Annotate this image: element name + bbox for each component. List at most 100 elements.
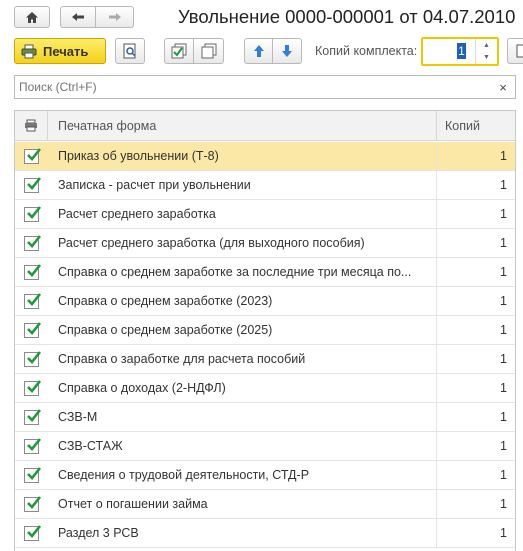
printer-icon xyxy=(25,119,37,132)
row-copies[interactable]: 1 xyxy=(500,432,507,461)
column-divider xyxy=(436,171,437,200)
row-checkbox[interactable] xyxy=(24,380,42,396)
forward-button[interactable] xyxy=(96,6,134,28)
copies-spinner[interactable]: ▲ ▼ xyxy=(475,39,497,64)
clear-search-icon[interactable]: × xyxy=(491,76,515,98)
row-checkbox[interactable] xyxy=(24,438,42,454)
column-divider xyxy=(436,374,437,403)
print-button[interactable]: Печать xyxy=(14,38,106,64)
row-copies[interactable]: 1 xyxy=(500,258,507,287)
checkmark-icon xyxy=(27,177,42,190)
row-checkbox[interactable] xyxy=(24,351,42,367)
spin-up-icon[interactable]: ▲ xyxy=(476,39,497,51)
uncheck-all-icon xyxy=(201,43,216,59)
check-all-icon xyxy=(171,43,187,59)
uncheck-all-button[interactable] xyxy=(194,38,224,64)
spin-down-icon[interactable]: ▼ xyxy=(476,51,497,63)
row-copies[interactable]: 1 xyxy=(500,316,507,345)
row-checkbox[interactable] xyxy=(24,206,42,222)
row-checkbox[interactable] xyxy=(24,293,42,309)
table-row[interactable]: Справка о среднем заработке за последние… xyxy=(15,258,515,287)
checkmark-icon xyxy=(27,409,42,422)
table-row[interactable]: Сведения о трудовой деятельности, СТД-Р 1 xyxy=(15,461,515,490)
back-button[interactable] xyxy=(60,6,96,28)
table-row[interactable]: Отчет о погашении займа 1 xyxy=(15,490,515,519)
row-copies[interactable]: 1 xyxy=(500,461,507,490)
form-column-header[interactable]: Печатная форма xyxy=(58,111,156,141)
row-checkbox[interactable] xyxy=(24,322,42,338)
row-checkbox[interactable] xyxy=(24,496,42,512)
row-form-name: Справка о доходах (2-НДФЛ) xyxy=(58,381,226,395)
checkmark-icon xyxy=(27,380,42,393)
column-divider xyxy=(436,345,437,374)
arrow-down-icon xyxy=(282,45,292,57)
checkmark-icon xyxy=(27,351,42,364)
checkmark-icon xyxy=(27,438,42,451)
table-row[interactable]: Справка о среднем заработке (2025) 1 xyxy=(15,316,515,345)
checkmark-icon xyxy=(27,467,42,480)
column-divider xyxy=(436,258,437,287)
row-form-name: Расчет среднего заработка (для выходного… xyxy=(58,236,365,250)
table-row[interactable]: Справка о доходах (2-НДФЛ) 1 xyxy=(15,374,515,403)
table-row[interactable]: Справка о заработке для расчета пособий 1 xyxy=(15,345,515,374)
row-checkbox[interactable] xyxy=(24,409,42,425)
column-divider xyxy=(436,432,437,461)
header-divider xyxy=(47,111,48,141)
arrow-up-icon xyxy=(253,45,264,57)
header-divider xyxy=(436,111,437,141)
settings-button[interactable] xyxy=(507,38,523,64)
home-button[interactable] xyxy=(14,6,50,28)
copies-column-header[interactable]: Копий xyxy=(445,111,480,141)
row-form-name: Приказ об увольнении (Т-8) xyxy=(58,149,219,163)
row-copies[interactable]: 1 xyxy=(500,345,507,374)
copies-input[interactable]: 1 ▲ ▼ xyxy=(421,37,499,66)
row-copies[interactable]: 1 xyxy=(500,490,507,519)
row-checkbox[interactable] xyxy=(24,264,42,280)
row-copies[interactable]: 1 xyxy=(500,200,507,229)
row-checkbox[interactable] xyxy=(24,148,42,164)
print-column-header[interactable] xyxy=(24,111,44,141)
row-form-name: СЗВ-СТАЖ xyxy=(58,439,123,453)
table-header: Печатная форма Копий xyxy=(15,111,515,141)
row-checkbox[interactable] xyxy=(24,177,42,193)
checkmark-icon xyxy=(27,235,42,248)
row-copies[interactable]: 1 xyxy=(500,287,507,316)
row-form-name: СЗВ-М xyxy=(58,410,98,424)
row-copies[interactable]: 1 xyxy=(500,374,507,403)
arrow-left-icon xyxy=(72,13,84,21)
row-checkbox[interactable] xyxy=(24,235,42,251)
table-row[interactable]: Раздел 3 РСВ 1 xyxy=(15,519,515,548)
move-down-button[interactable] xyxy=(273,38,302,64)
preview-button[interactable] xyxy=(115,38,145,64)
row-copies[interactable]: 1 xyxy=(500,229,507,258)
search-box: × xyxy=(14,75,516,99)
table-row[interactable]: СЗВ-СТАЖ 1 xyxy=(15,432,515,461)
home-icon xyxy=(26,11,38,23)
row-copies[interactable]: 1 xyxy=(500,142,507,171)
row-form-name: Сведения о трудовой деятельности, СТД-Р xyxy=(58,468,310,482)
column-divider xyxy=(436,287,437,316)
table-row[interactable]: Записка - расчет при увольнении 1 xyxy=(15,171,515,200)
table-row[interactable]: Справка о среднем заработке (2023) 1 xyxy=(15,287,515,316)
row-checkbox[interactable] xyxy=(24,467,42,483)
table-row[interactable]: СЗВ-М 1 xyxy=(15,403,515,432)
row-form-name: Справка о среднем заработке (2023) xyxy=(58,294,273,308)
print-forms-table: Печатная форма Копий Приказ об увольнени… xyxy=(14,110,516,551)
row-form-name: Раздел 3 РСВ xyxy=(58,526,139,540)
checkmark-icon xyxy=(27,322,42,335)
copies-value: 1 xyxy=(457,43,466,59)
row-copies[interactable]: 1 xyxy=(500,171,507,200)
check-all-button[interactable] xyxy=(164,38,194,64)
table-row[interactable]: Приказ об увольнении (Т-8) 1 xyxy=(15,142,515,171)
row-copies[interactable]: 1 xyxy=(500,403,507,432)
preview-icon xyxy=(123,43,136,59)
checkmark-icon xyxy=(27,496,42,509)
row-form-name: Записка - расчет при увольнении xyxy=(58,178,251,192)
table-row[interactable]: Расчет среднего заработка 1 xyxy=(15,200,515,229)
search-input[interactable] xyxy=(15,76,491,98)
move-up-button[interactable] xyxy=(244,38,273,64)
row-checkbox[interactable] xyxy=(24,525,42,541)
printer-icon xyxy=(21,44,37,58)
table-row[interactable]: Расчет среднего заработка (для выходного… xyxy=(15,229,515,258)
row-copies[interactable]: 1 xyxy=(500,519,507,548)
